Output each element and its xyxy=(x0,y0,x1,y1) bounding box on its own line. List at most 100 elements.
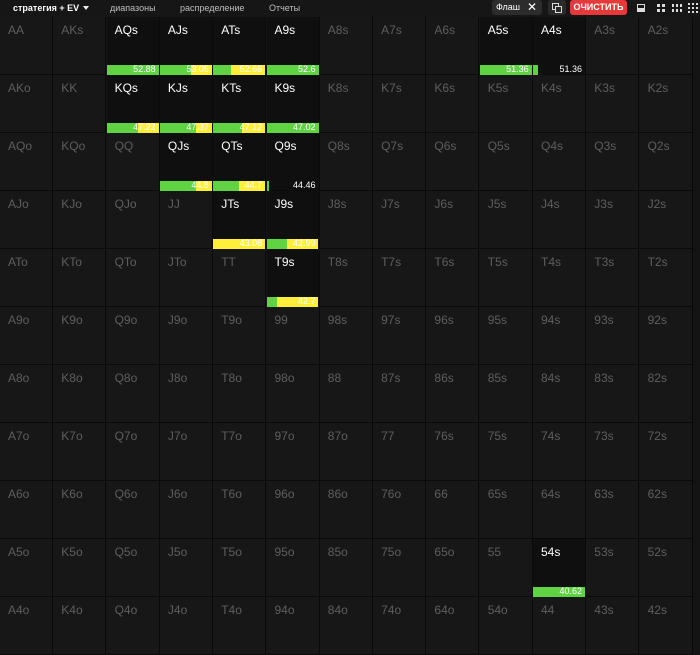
hand-cell-98s[interactable]: 98s xyxy=(319,307,373,365)
hand-cell-JTs[interactable]: JTs 43.08 xyxy=(213,191,267,249)
hand-cell-KQo[interactable]: KQo xyxy=(53,133,107,191)
hand-cell-95s[interactable]: 95s xyxy=(479,307,533,365)
hand-cell-K9s[interactable]: K9s 47.02 xyxy=(266,75,320,133)
hand-cell-Q8s[interactable]: Q8s xyxy=(319,133,373,191)
hand-cell-A8o[interactable]: A8o xyxy=(0,365,53,423)
hand-cell-K8s[interactable]: K8s xyxy=(319,75,373,133)
hand-cell-KTs[interactable]: KTs 47.12 xyxy=(213,75,267,133)
hand-cell-A6o[interactable]: A6o xyxy=(0,481,53,539)
hand-cell-96s[interactable]: 96s xyxy=(426,307,480,365)
hand-cell-54s[interactable]: 54s 40.62 xyxy=(533,539,586,597)
hand-cell-76o[interactable]: 76o xyxy=(373,481,427,539)
hand-cell-87s[interactable]: 87s xyxy=(373,365,427,423)
hand-cell-83s[interactable]: 83s xyxy=(586,365,640,423)
hand-cell-J6s[interactable]: J6s xyxy=(426,191,480,249)
hand-cell-T4o[interactable]: T4o xyxy=(213,597,267,655)
hand-cell-K5o[interactable]: K5o xyxy=(53,539,107,597)
hand-cell-94o[interactable]: 94o xyxy=(266,597,320,655)
hand-cell-K4o[interactable]: K4o xyxy=(53,597,107,655)
hand-cell-J5s[interactable]: J5s xyxy=(479,191,533,249)
filter-chip[interactable]: Флаш ✕ xyxy=(492,0,542,15)
hand-cell-66[interactable]: 66 xyxy=(426,481,480,539)
hand-cell-43s[interactable]: 43s xyxy=(586,597,640,655)
hand-cell-J8o[interactable]: J8o xyxy=(159,365,213,423)
hand-cell-A7s[interactable]: A7s xyxy=(373,17,427,75)
hand-cell-Q9o[interactable]: Q9o xyxy=(106,307,160,365)
hand-cell-82s[interactable]: 82s xyxy=(639,365,693,423)
hand-cell-96o[interactable]: 96o xyxy=(266,481,320,539)
close-icon[interactable]: ✕ xyxy=(527,0,537,14)
hand-cell-QQ[interactable]: QQ xyxy=(106,133,160,191)
hand-cell-QJo[interactable]: QJo xyxy=(106,191,160,249)
hand-cell-JTo[interactable]: JTo xyxy=(159,249,213,307)
tab-reports[interactable]: Отчеты xyxy=(269,3,300,14)
hand-cell-J6o[interactable]: J6o xyxy=(159,481,213,539)
hand-cell-T7s[interactable]: T7s xyxy=(373,249,427,307)
hand-cell-J4s[interactable]: J4s xyxy=(533,191,586,249)
hand-cell-J9o[interactable]: J9o xyxy=(159,307,213,365)
hand-cell-T4s[interactable]: T4s xyxy=(533,249,586,307)
hand-cell-AA[interactable]: AA xyxy=(0,17,53,75)
hand-cell-85s[interactable]: 85s xyxy=(479,365,533,423)
hand-cell-A2s[interactable]: A2s xyxy=(639,17,693,75)
hand-cell-K3s[interactable]: K3s xyxy=(586,75,640,133)
hand-cell-64s[interactable]: 64s xyxy=(533,481,586,539)
hand-cell-J5o[interactable]: J5o xyxy=(159,539,213,597)
hand-cell-A3s[interactable]: A3s xyxy=(586,17,640,75)
hand-cell-T9s[interactable]: T9s 42.7 xyxy=(266,249,320,307)
hand-cell-A5o[interactable]: A5o xyxy=(0,539,53,597)
hand-cell-52s[interactable]: 52s xyxy=(639,539,693,597)
hand-cell-73s[interactable]: 73s xyxy=(586,423,640,481)
clear-button[interactable]: ОЧИСТИТЬ xyxy=(570,0,627,15)
hand-cell-AQs[interactable]: AQs 52.88 xyxy=(106,17,160,75)
hand-cell-Q7s[interactable]: Q7s xyxy=(373,133,427,191)
hand-cell-86s[interactable]: 86s xyxy=(426,365,480,423)
hand-cell-KJs[interactable]: KJs 47.37 xyxy=(159,75,213,133)
hand-cell-AKs[interactable]: AKs xyxy=(53,17,107,75)
hand-cell-KJo[interactable]: KJo xyxy=(53,191,107,249)
hand-cell-J7s[interactable]: J7s xyxy=(373,191,427,249)
hand-cell-KQs[interactable]: KQs 47.22 xyxy=(106,75,160,133)
hand-cell-K7s[interactable]: K7s xyxy=(373,75,427,133)
hand-cell-A6s[interactable]: A6s xyxy=(426,17,480,75)
hand-cell-Q6s[interactable]: Q6s xyxy=(426,133,480,191)
hand-cell-J8s[interactable]: J8s xyxy=(319,191,373,249)
hand-cell-J4o[interactable]: J4o xyxy=(159,597,213,655)
hand-cell-K9o[interactable]: K9o xyxy=(53,307,107,365)
hand-cell-77[interactable]: 77 xyxy=(373,423,427,481)
view-grid-6-icon[interactable] xyxy=(672,3,682,13)
view-grid-4-icon[interactable] xyxy=(656,3,666,13)
hand-cell-ATs[interactable]: ATs 52.66 xyxy=(213,17,267,75)
hand-cell-65o[interactable]: 65o xyxy=(426,539,480,597)
hand-cell-K5s[interactable]: K5s xyxy=(479,75,533,133)
hand-cell-Q3s[interactable]: Q3s xyxy=(586,133,640,191)
hand-cell-K4s[interactable]: K4s xyxy=(533,75,586,133)
hand-cell-Q7o[interactable]: Q7o xyxy=(106,423,160,481)
hand-cell-88[interactable]: 88 xyxy=(319,365,373,423)
hand-cell-84o[interactable]: 84o xyxy=(319,597,373,655)
hand-cell-Q4s[interactable]: Q4s xyxy=(533,133,586,191)
tab-strategy-ev[interactable]: стратегия + EV xyxy=(13,3,90,14)
hand-cell-A9o[interactable]: A9o xyxy=(0,307,53,365)
hand-cell-J2s[interactable]: J2s xyxy=(639,191,693,249)
hand-cell-65s[interactable]: 65s xyxy=(479,481,533,539)
hand-cell-T8s[interactable]: T8s xyxy=(319,249,373,307)
hand-cell-75o[interactable]: 75o xyxy=(373,539,427,597)
hand-cell-75s[interactable]: 75s xyxy=(479,423,533,481)
hand-cell-K8o[interactable]: K8o xyxy=(53,365,107,423)
tab-distribution[interactable]: распределение xyxy=(180,3,244,14)
hand-cell-Q9s[interactable]: Q9s 44.46 xyxy=(266,133,320,191)
view-single-icon[interactable] xyxy=(636,3,646,13)
hand-cell-62s[interactable]: 62s xyxy=(639,481,693,539)
hand-cell-AJs[interactable]: AJs 53.05 xyxy=(159,17,213,75)
hand-cell-74s[interactable]: 74s xyxy=(533,423,586,481)
hand-cell-J3s[interactable]: J3s xyxy=(586,191,640,249)
hand-cell-63s[interactable]: 63s xyxy=(586,481,640,539)
hand-cell-54o[interactable]: 54o xyxy=(479,597,533,655)
hand-cell-J9s[interactable]: J9s 42.99 xyxy=(266,191,320,249)
hand-cell-T8o[interactable]: T8o xyxy=(213,365,267,423)
hand-cell-T6s[interactable]: T6s xyxy=(426,249,480,307)
hand-cell-JJ[interactable]: JJ xyxy=(159,191,213,249)
hand-cell-Q6o[interactable]: Q6o xyxy=(106,481,160,539)
view-grid-9-icon[interactable] xyxy=(688,3,698,13)
